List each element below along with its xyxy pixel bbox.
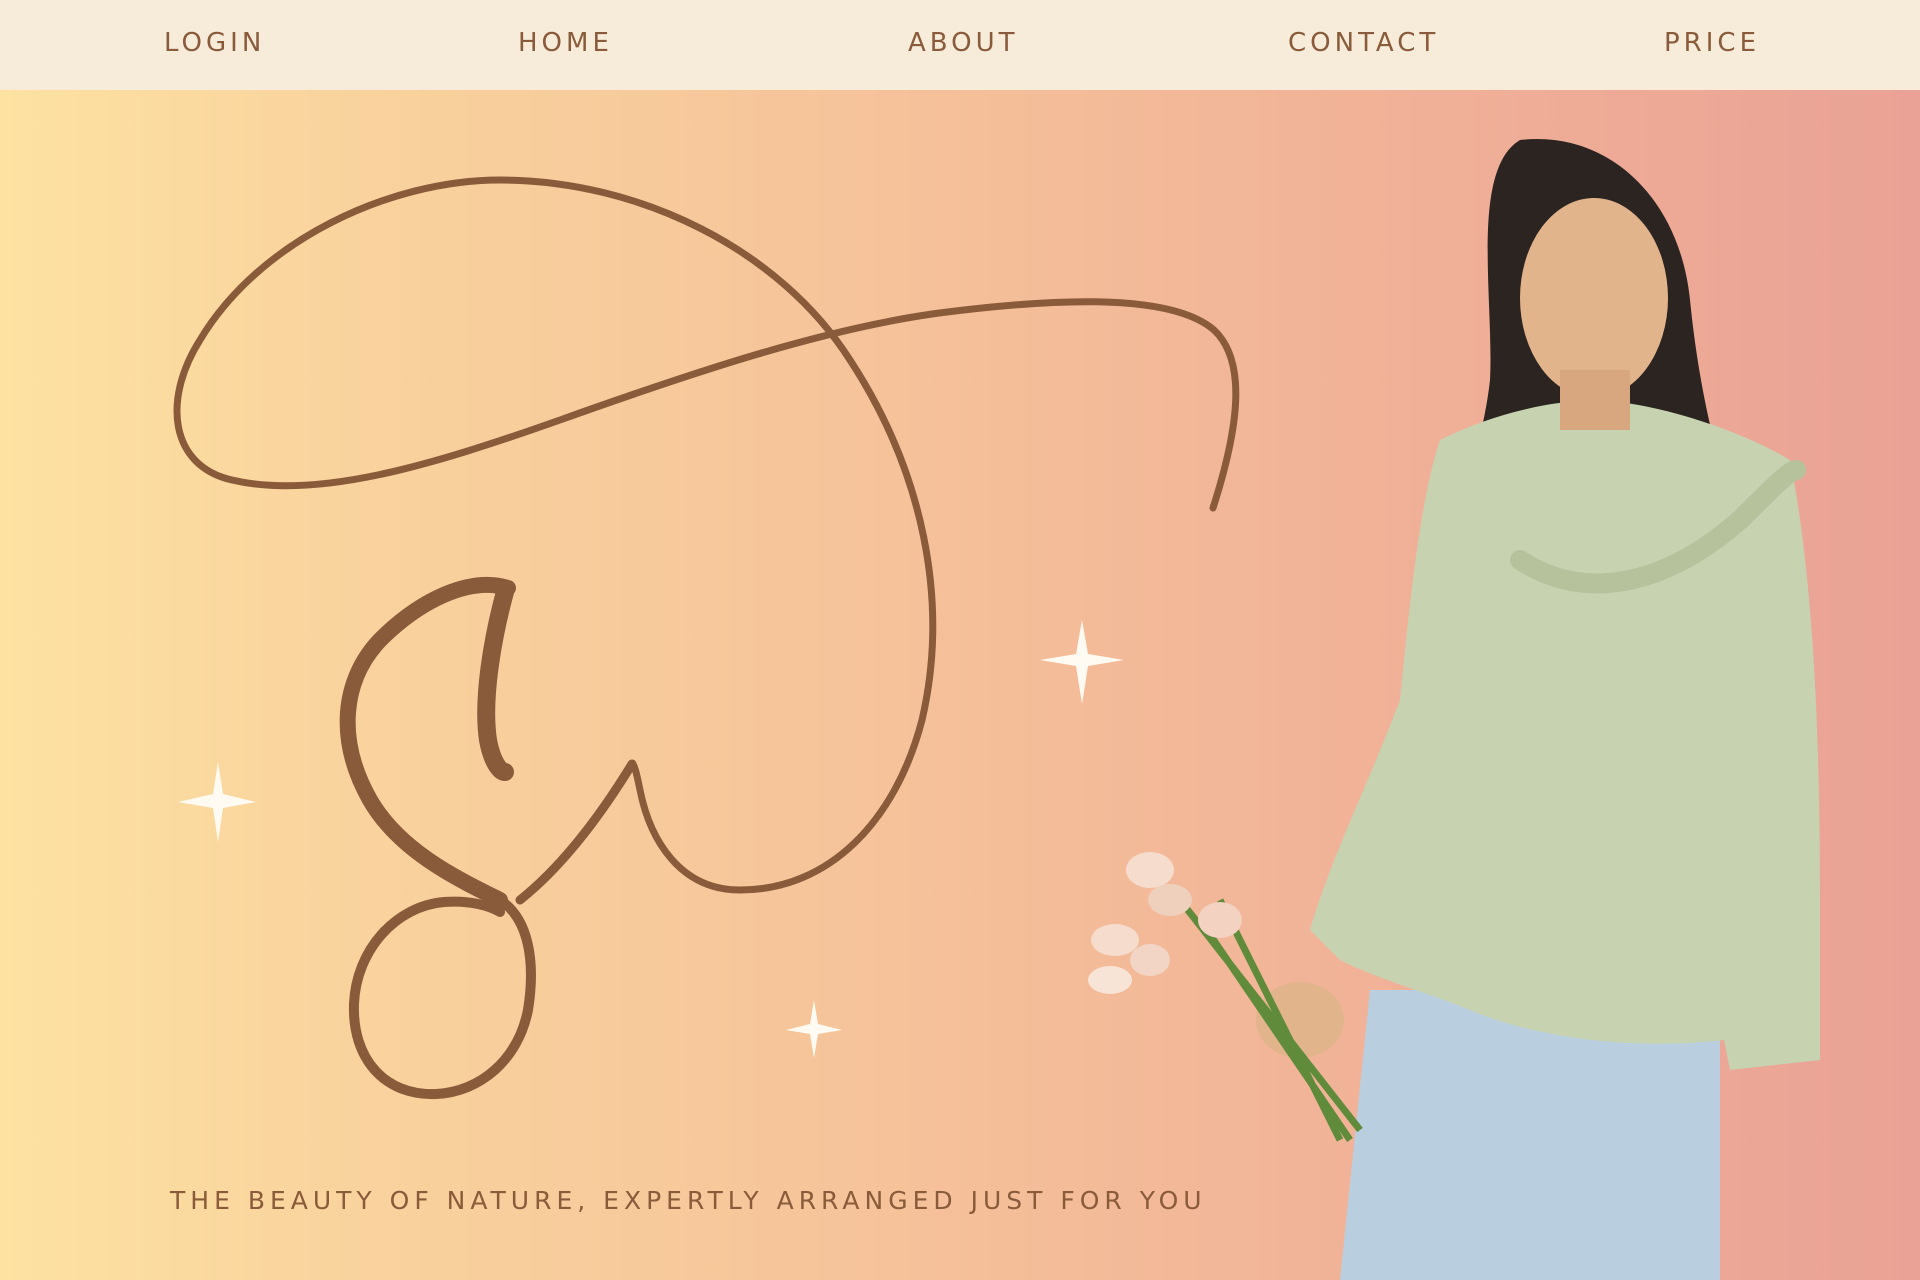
hero-tagline: THE BEAUTY OF NATURE, EXPERTLY ARRANGED … — [170, 1186, 1207, 1215]
model-face — [1520, 198, 1668, 398]
nav-contact-link[interactable]: CONTACT — [1288, 28, 1439, 58]
nav-login-link[interactable]: LOGIN — [164, 28, 265, 58]
model-neck — [1560, 370, 1630, 430]
model-photo — [1088, 139, 1820, 1280]
nav-price-link[interactable]: PRICE — [1664, 28, 1760, 58]
landing-page: LOGIN HOME ABOUT CONTACT PRICE THE BEAUT… — [0, 0, 1920, 1280]
model-blouse — [1310, 400, 1820, 1070]
tulip-bouquet — [1088, 852, 1242, 994]
top-nav: LOGIN HOME ABOUT CONTACT PRICE — [0, 0, 1920, 90]
nav-home-link[interactable]: HOME — [518, 28, 613, 58]
nav-about-link[interactable]: ABOUT — [908, 28, 1019, 58]
